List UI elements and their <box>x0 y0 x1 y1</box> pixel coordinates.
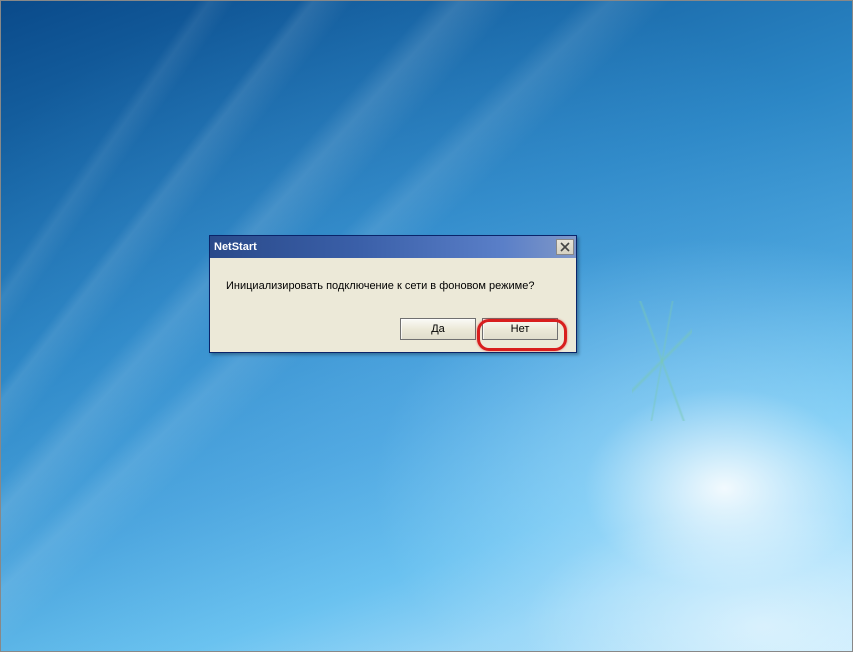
dialog-message: Инициализировать подключение к сети в фо… <box>226 280 560 292</box>
dialog-title: NetStart <box>214 241 257 253</box>
dialog-titlebar[interactable]: NetStart <box>210 236 576 258</box>
yes-button[interactable]: Да <box>400 318 476 340</box>
netstart-dialog: NetStart Инициализировать подключение к … <box>209 235 577 353</box>
dialog-body: Инициализировать подключение к сети в фо… <box>210 258 576 352</box>
close-icon <box>560 242 570 252</box>
close-button[interactable] <box>556 239 574 255</box>
dialog-button-row: Да Нет <box>226 318 560 340</box>
desktop-background: NetStart Инициализировать подключение к … <box>1 1 852 651</box>
no-button[interactable]: Нет <box>482 318 558 340</box>
